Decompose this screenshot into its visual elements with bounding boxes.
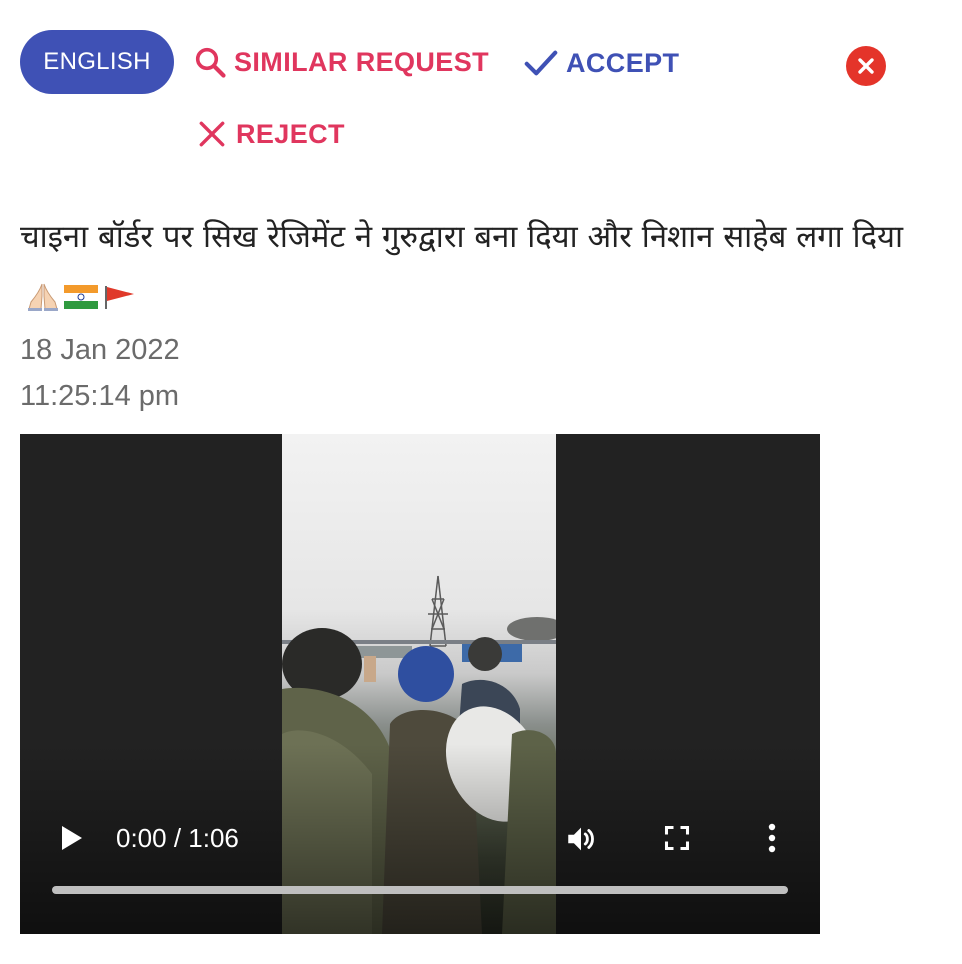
accept-button[interactable]: ACCEPT: [522, 44, 679, 82]
close-icon: [199, 121, 225, 147]
folded-hands-icon: [28, 283, 58, 311]
close-button[interactable]: [846, 46, 886, 86]
play-icon[interactable]: [60, 824, 84, 852]
post-date: 18 Jan 2022: [20, 334, 180, 366]
triangular-flag-icon: [105, 285, 134, 309]
video-progress-bar[interactable]: [52, 886, 788, 894]
post-time: 11:25:14 pm: [20, 380, 180, 412]
video-player[interactable]: 0:00 / 1:06: [20, 434, 820, 934]
similar-request-button[interactable]: SIMILAR REQUEST: [192, 44, 489, 80]
post-text: चाइना बॉर्डर पर सिख रेजिमेंट ने गुरुद्वा…: [20, 219, 904, 255]
reject-label: REJECT: [236, 118, 345, 149]
search-icon: [195, 47, 226, 78]
language-button[interactable]: ENGLISH: [20, 30, 174, 94]
video-time-display: 0:00 / 1:06: [116, 823, 239, 853]
volume-icon[interactable]: [564, 822, 598, 856]
close-circle-icon: [858, 58, 874, 74]
emoji-row: [26, 282, 136, 312]
similar-request-label: SIMILAR REQUEST: [234, 46, 490, 77]
language-label: ENGLISH: [43, 48, 151, 75]
accept-label: ACCEPT: [566, 47, 680, 78]
more-vert-icon[interactable]: [766, 823, 778, 853]
post-text-block: चाइना बॉर्डर पर सिख रेजिमेंट ने गुरुद्वा…: [20, 208, 940, 324]
fullscreen-icon[interactable]: [663, 824, 691, 852]
india-flag-icon: [64, 284, 98, 309]
check-icon: [524, 50, 558, 76]
reject-button[interactable]: REJECT: [196, 118, 345, 150]
